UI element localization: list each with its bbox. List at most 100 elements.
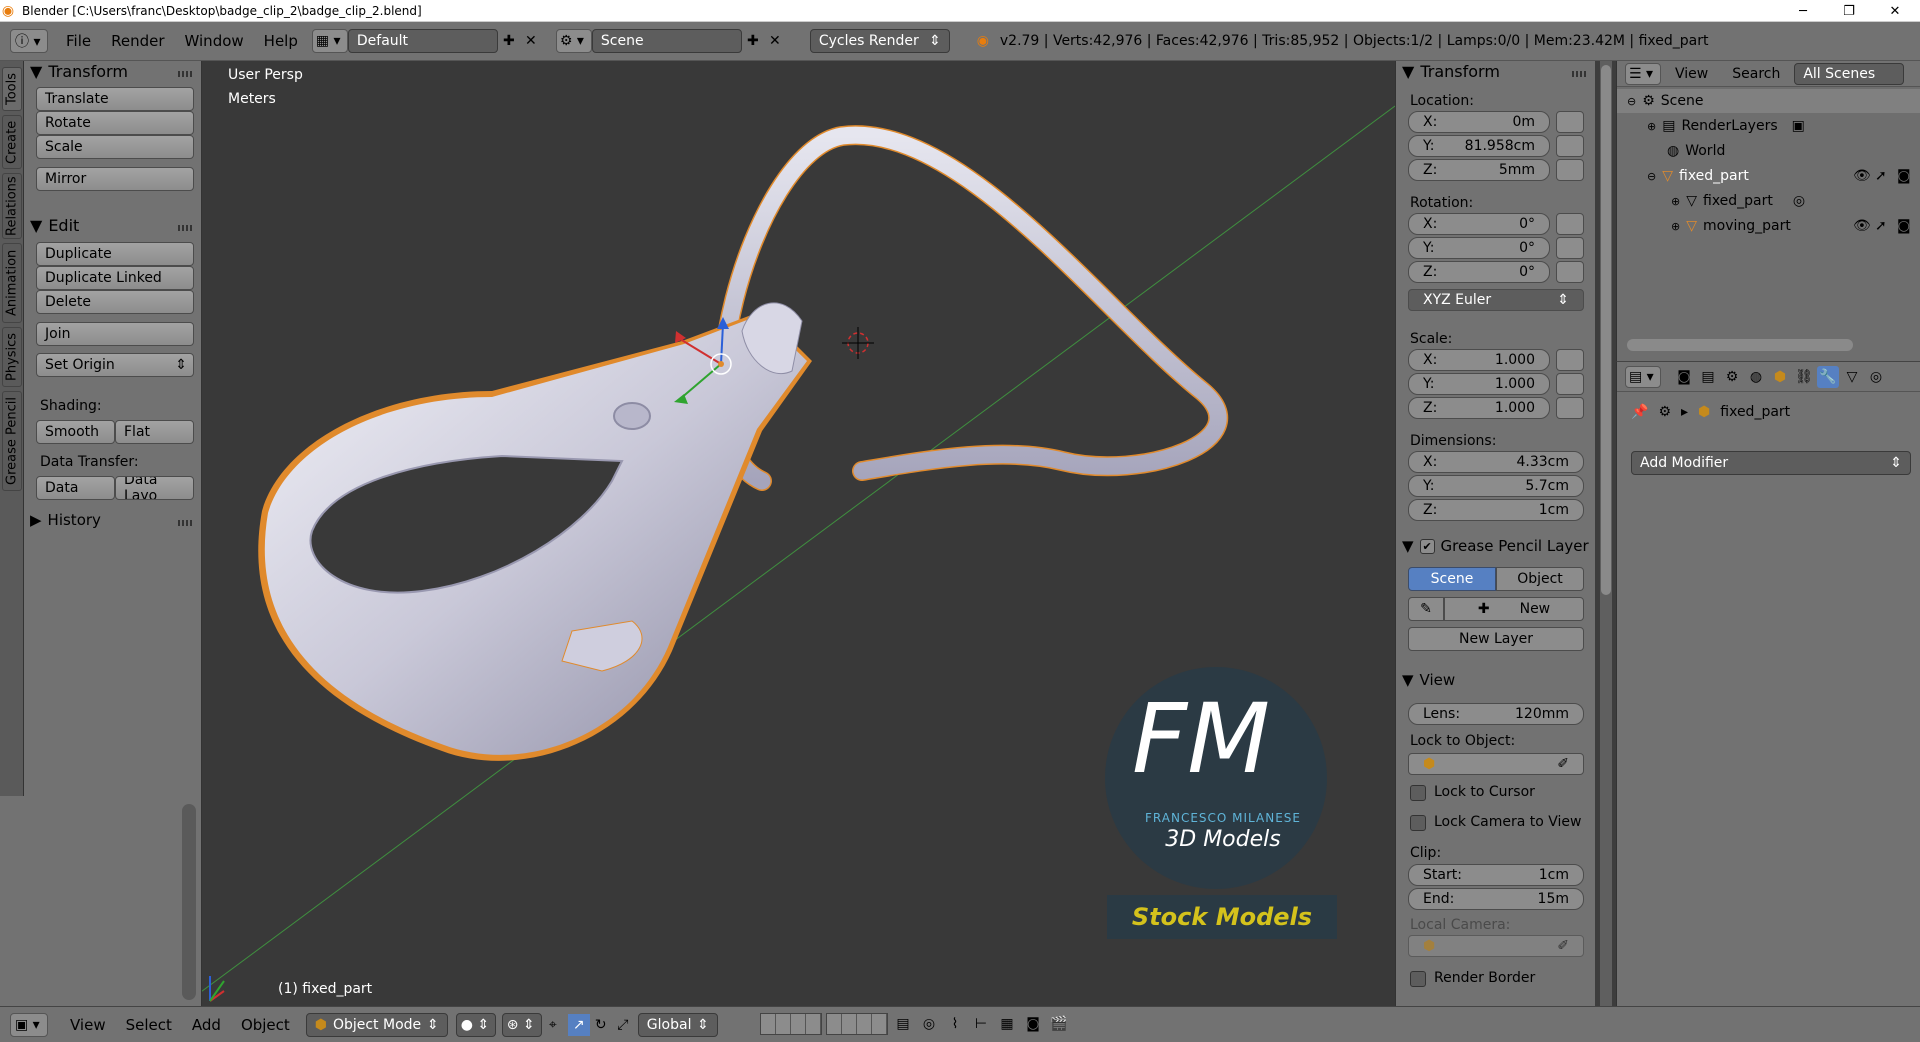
expand-icon[interactable]: ⊕ [1671, 220, 1680, 233]
outliner-search-menu[interactable]: Search [1732, 66, 1780, 82]
close-button[interactable]: ✕ [1872, 0, 1918, 22]
dimension-y-field[interactable]: Y: 5.7cm [1408, 475, 1584, 497]
data-button[interactable]: Data [36, 476, 115, 500]
properties-editor-icon[interactable]: ▤ ▾ [1625, 365, 1661, 388]
collapse-icon[interactable]: ⊖ [1627, 95, 1636, 108]
remove-layout-icon[interactable]: ✕ [520, 30, 542, 52]
outliner-row-fixed-part[interactable]: ⊖ ▽ fixed_part 👁 ➚ ◙ [1617, 164, 1920, 188]
select-menu[interactable]: Select [116, 1016, 182, 1034]
gp-new-layer-button[interactable]: New Layer [1408, 627, 1584, 651]
camera-render-icon[interactable]: ◙ [1897, 218, 1911, 234]
pin-icon[interactable]: 📌 [1631, 404, 1648, 420]
snap-target-icon[interactable]: ▦ [996, 1013, 1018, 1035]
eyedropper-icon[interactable]: ✐ [1557, 756, 1569, 772]
scale-button[interactable]: Scale [36, 135, 194, 159]
tab-animation[interactable]: Animation [2, 243, 22, 323]
proportional-edit-icon[interactable]: ◎ [918, 1013, 940, 1035]
lock-camera-checkbox[interactable] [1410, 815, 1426, 831]
remove-scene-icon[interactable]: ✕ [764, 30, 786, 52]
edit-panel-header[interactable]: ▼ Edit [30, 216, 79, 235]
scale-z-field[interactable]: Z: 1.000 [1408, 397, 1550, 419]
rotate-button[interactable]: Rotate [36, 111, 194, 135]
translate-manipulator-icon[interactable]: ↗ [567, 1013, 590, 1036]
duplicate-linked-button[interactable]: Duplicate Linked [36, 266, 194, 290]
lens-field[interactable]: Lens: 120mm [1408, 703, 1584, 725]
outliner-row-fixed-part-mesh[interactable]: ⊕ ▽ fixed_part ◎ [1617, 189, 1920, 213]
panel-grip-icon[interactable] [178, 225, 192, 231]
gp-new-button[interactable]: ✚ New [1444, 597, 1584, 621]
smooth-button[interactable]: Smooth [36, 420, 115, 444]
modifiers-tab-icon[interactable]: 🔧 [1817, 365, 1839, 388]
rotation-y-field[interactable]: Y: 0° [1408, 237, 1550, 259]
scale-x-field[interactable]: X: 1.000 [1408, 349, 1550, 371]
expand-icon[interactable]: ⊕ [1647, 120, 1656, 133]
lock-icon[interactable] [1556, 397, 1584, 419]
duplicate-button[interactable]: Duplicate [36, 242, 194, 266]
clip-end-field[interactable]: End: 15m [1408, 888, 1584, 910]
pencil-icon[interactable]: ✎ [1408, 597, 1444, 621]
scale-y-field[interactable]: Y: 1.000 [1408, 373, 1550, 395]
lock-icon[interactable] [1556, 237, 1584, 259]
transform-panel-header[interactable]: ▼ Transform [30, 62, 128, 81]
lock-icon[interactable] [1556, 135, 1584, 157]
editor-type-selector[interactable]: ⓘ ▾ [10, 29, 48, 53]
screen-layout-icon[interactable]: ▦ ▾ [311, 29, 348, 53]
layer-lock-icon[interactable]: ▤ [892, 1013, 914, 1035]
cursor-select-icon[interactable]: ➚ [1875, 168, 1887, 184]
gp-scene-tab[interactable]: Scene [1408, 567, 1496, 591]
tab-relations[interactable]: Relations [2, 173, 22, 239]
expand-icon[interactable]: ⊕ [1671, 195, 1680, 208]
grease-pencil-header[interactable]: ▼ ✔ Grease Pencil Layer [1402, 537, 1589, 555]
outliner-view-menu[interactable]: View [1675, 66, 1708, 82]
history-panel-header[interactable]: ▶ History [30, 511, 101, 529]
outliner-filter-dropdown[interactable]: All Scenes [1794, 62, 1905, 85]
mirror-button[interactable]: Mirror [36, 167, 194, 191]
lock-icon[interactable] [1556, 261, 1584, 283]
material-tab-icon[interactable]: ◎ [1865, 366, 1887, 388]
rotation-mode-dropdown[interactable]: XYZ Euler ⇕ [1408, 289, 1584, 311]
rotate-manipulator-icon[interactable]: ↻ [590, 1014, 612, 1036]
render-preview-icon[interactable]: ◙ [1022, 1013, 1044, 1035]
render-layers-tab-icon[interactable]: ▤ [1697, 366, 1719, 388]
eye-icon[interactable]: 👁 [1853, 218, 1871, 234]
lock-icon[interactable] [1556, 159, 1584, 181]
lock-icon[interactable] [1556, 349, 1584, 371]
tab-create[interactable]: Create [2, 115, 22, 169]
delete-button[interactable]: Delete [36, 290, 194, 314]
set-origin-dropdown[interactable]: Set Origin ⇕ [36, 353, 194, 377]
lock-icon[interactable] [1556, 213, 1584, 235]
rotation-x-field[interactable]: X: 0° [1408, 213, 1550, 235]
tab-grease-pencil[interactable]: Grease Pencil [2, 391, 22, 491]
menu-render[interactable]: Render [101, 32, 174, 50]
render-engine-dropdown[interactable]: Cycles Render ⇕ [809, 29, 950, 53]
panel-grip-icon[interactable] [178, 520, 192, 526]
scene-icon[interactable]: ⚙ ▾ [555, 29, 592, 53]
object-tab-icon[interactable]: ⬢ [1769, 366, 1791, 388]
grease-pencil-checkbox[interactable]: ✔ [1419, 538, 1435, 554]
location-x-field[interactable]: X: 0m [1408, 111, 1550, 133]
eyedropper-icon[interactable]: ✐ [1557, 938, 1569, 954]
outliner-editor-icon[interactable]: ☰ ▾ [1625, 62, 1661, 85]
outliner-h-scrollbar[interactable] [1627, 339, 1853, 351]
tab-tools[interactable]: Tools [2, 67, 22, 111]
tool-shelf-scrollbar[interactable] [182, 804, 196, 1000]
editor-type-selector[interactable]: ▣ ▾ [10, 1012, 48, 1037]
clip-start-field[interactable]: Start: 1cm [1408, 864, 1584, 886]
layer-buttons-b[interactable] [826, 1013, 888, 1035]
gp-object-tab[interactable]: Object [1496, 567, 1584, 591]
rotation-z-field[interactable]: Z: 0° [1408, 261, 1550, 283]
menu-help[interactable]: Help [254, 32, 308, 50]
constraints-tab-icon[interactable]: ⛓ [1793, 366, 1815, 388]
add-layout-icon[interactable]: ✚ [498, 30, 520, 52]
data-layout-button[interactable]: Data Layo [115, 476, 194, 500]
menu-file[interactable]: File [56, 32, 101, 50]
screen-layout-field[interactable]: Default [347, 29, 498, 53]
object-menu[interactable]: Object [231, 1016, 300, 1034]
npanel-transform-header[interactable]: ▼ Transform [1402, 62, 1500, 81]
location-z-field[interactable]: Z: 5mm [1408, 159, 1550, 181]
add-menu[interactable]: Add [182, 1016, 231, 1034]
npanel-scrollbar[interactable] [1601, 65, 1611, 595]
scale-manipulator-icon[interactable]: ⤢ [612, 1014, 634, 1036]
dimension-x-field[interactable]: X: 4.33cm [1408, 451, 1584, 473]
mode-dropdown[interactable]: ⬢ Object Mode ⇕ [305, 1012, 448, 1037]
